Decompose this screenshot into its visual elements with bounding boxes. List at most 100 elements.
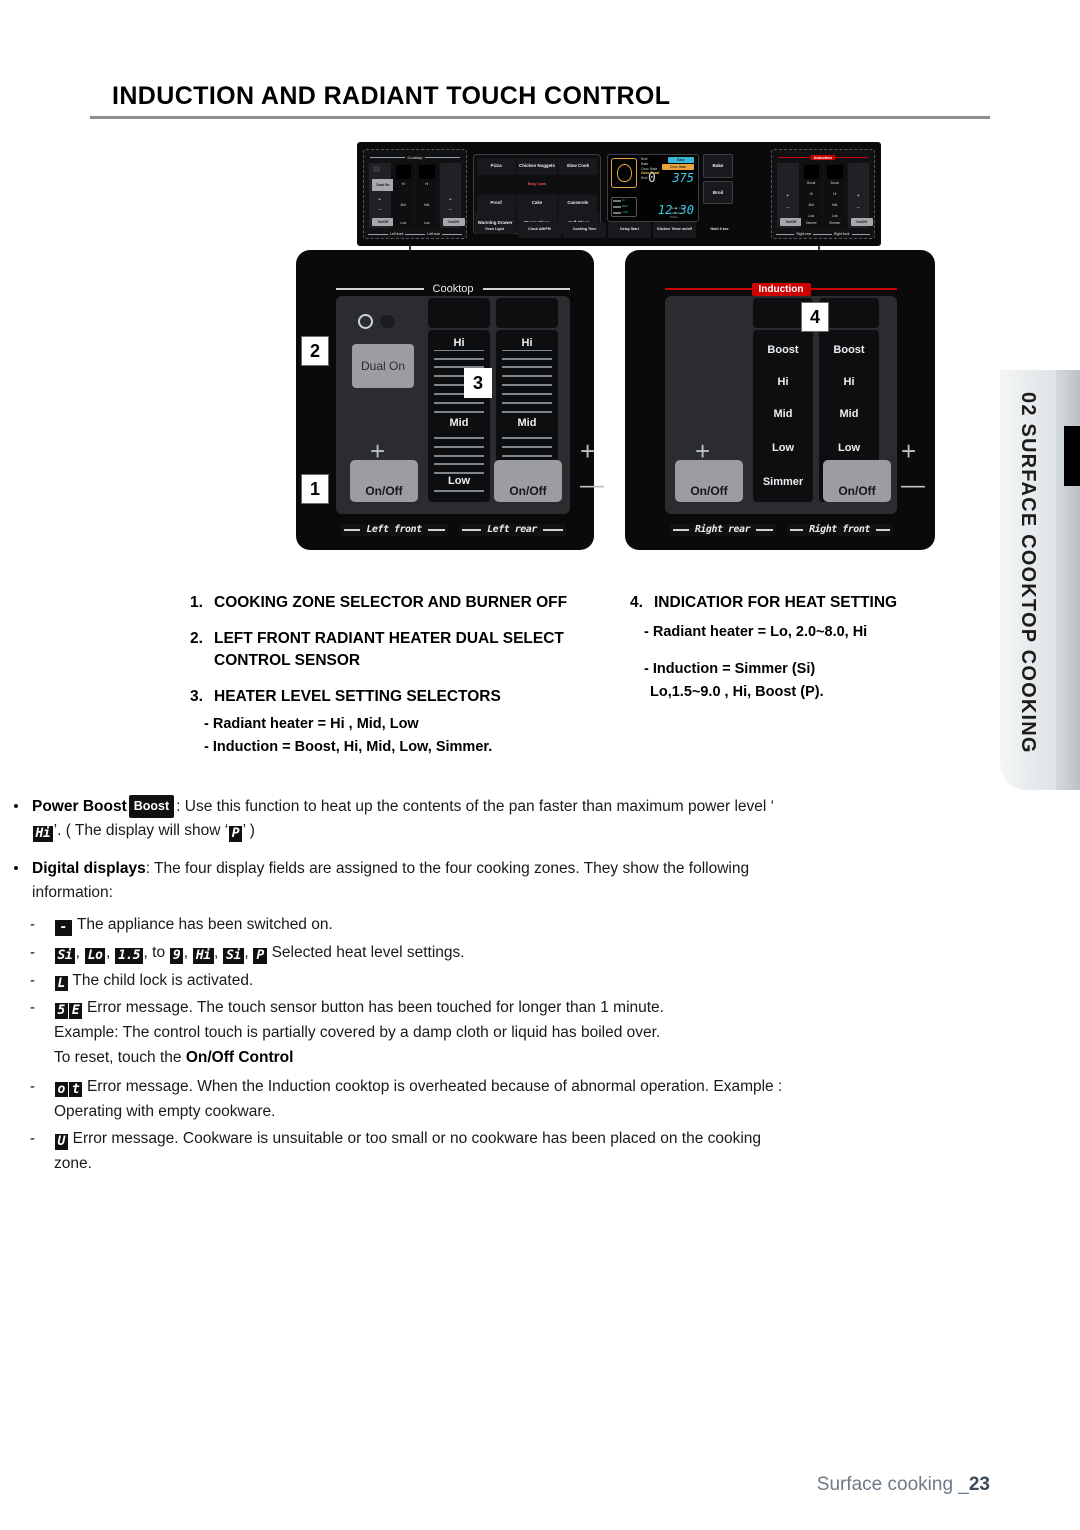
lo-low: LOW xyxy=(622,211,628,215)
left-cooktop-footer: Left front Left rear xyxy=(340,524,566,536)
power-boost-text-1: : Use this function to heat up the conte… xyxy=(176,798,775,815)
left-rear-label: Left rear xyxy=(487,523,537,535)
mini-mid-2: Mid xyxy=(424,203,430,207)
right-rear-controls: + — On/Off xyxy=(671,302,751,508)
left-front-display xyxy=(428,298,490,328)
clock-button[interactable]: Clock AM/PM xyxy=(518,222,561,238)
mini-right-rear-label: Right rear xyxy=(796,232,812,236)
code-item-child-lock: - L The child lock is activated. xyxy=(30,969,1000,994)
right-front-plus-icon[interactable]: + xyxy=(901,438,916,464)
left-rear-onoff-button[interactable]: On/Off xyxy=(494,460,562,502)
oven-light-button[interactable]: Oven Light xyxy=(473,222,516,238)
dual-ring-icon xyxy=(358,314,373,329)
cooking-time-button[interactable]: Cooking Time xyxy=(563,222,606,238)
oven-flame-icon xyxy=(611,158,637,188)
delay-start-button[interactable]: Delay Start xyxy=(608,222,651,238)
mini-ind-slider-2: Boost Hi Mid Low Simmer xyxy=(824,163,846,228)
mini-display-2 xyxy=(419,165,435,179)
left-front-onoff-button[interactable]: On/Off xyxy=(350,460,418,502)
display-sub-modes: Steam Clean Self Clean Probe xyxy=(670,206,698,219)
mini-boost-2: Boost xyxy=(830,181,839,185)
left-front-slider[interactable]: Hi Mid Low xyxy=(428,298,490,502)
mini-dual-on: Dual On xyxy=(372,179,394,191)
mini-minus-icon-2: – xyxy=(448,207,452,213)
code-text-overheat: ot Error message. When the Induction coo… xyxy=(54,1075,794,1125)
fk-cake[interactable]: Cake xyxy=(517,194,557,212)
right-rear-simmer-label: Simmer xyxy=(762,476,804,488)
dash-1: - xyxy=(30,916,35,934)
left-rear-minus-icon[interactable]: — xyxy=(580,474,604,498)
code-item-overheat: - ot Error message. When the Induction c… xyxy=(30,1075,1000,1125)
code-text-power-on: - The appliance has been switched on. xyxy=(54,913,794,938)
mini-sensor-icon xyxy=(373,166,380,172)
right-cooktop-header: Induction xyxy=(665,282,897,296)
right-rear-slider[interactable]: Boost Hi Mid Low Simmer xyxy=(753,298,813,502)
right-front-onoff-button[interactable]: On/Off xyxy=(823,460,891,502)
dash-2: - xyxy=(30,943,35,961)
left-cooktop-inner: Dual On + — On/Off xyxy=(336,296,604,514)
dual-on-button[interactable]: Dual On xyxy=(352,344,414,388)
power-boost-label: Power Boost xyxy=(32,798,127,815)
mini-onoff-2: On/Off xyxy=(442,218,465,226)
lo-hi: HI xyxy=(622,199,625,203)
legend-item-2: 2. LEFT FRONT RADIANT HEATER DUAL SELECT… xyxy=(190,628,590,672)
mini-boost-1: Boost xyxy=(807,181,816,185)
right-front-controls: + — On/Off xyxy=(823,302,925,508)
fk-pizza[interactable]: Pizza xyxy=(476,157,516,175)
display-level-grid: HI MED LOW xyxy=(611,197,637,217)
seg-glyph-dash: - xyxy=(54,920,73,936)
fk-slow-cook[interactable]: Slow Cook xyxy=(558,157,598,175)
right-rear-hi-label: Hi xyxy=(777,376,789,388)
display-code-list: - - The appliance has been switched on. … xyxy=(30,913,1000,1177)
left-rear-plus-icon[interactable]: + xyxy=(580,438,595,464)
legend-item-3: 3. HEATER LEVEL SETTING SELECTORS xyxy=(190,686,590,708)
right-rear-onoff-button[interactable]: On/Off xyxy=(675,460,743,502)
mini-left-front-label: Left front xyxy=(389,232,404,236)
right-front-minus-icon[interactable]: — xyxy=(901,474,925,498)
seg-glyph-lo: Lo xyxy=(84,947,106,964)
mini-ind-display-2 xyxy=(827,165,843,179)
mini-hi-4: Hi xyxy=(833,192,837,196)
fk-casserole[interactable]: Casserole xyxy=(558,194,598,212)
left-zone-columns: Dual On + — On/Off xyxy=(342,298,604,508)
left-cooktop-header: Cooktop xyxy=(336,282,571,296)
code-desc-cookware: Error message. Cookware is unsuitable or… xyxy=(54,1130,762,1173)
dual-sensor-icons xyxy=(358,314,395,329)
seg-glyph-p-2: P xyxy=(253,947,267,964)
bake-button[interactable]: Bake xyxy=(703,154,733,178)
broil-button[interactable]: Broil xyxy=(703,180,733,204)
kitchen-timer-button[interactable]: Kitchen Timer on/off xyxy=(653,222,696,238)
mini-slider-col-2: Hi Mid Low xyxy=(416,163,438,228)
left-cooktop-panel: Cooktop Dual On + — On/Off xyxy=(296,250,604,550)
seg-glyph-e: E xyxy=(68,1003,83,1020)
fk-proof[interactable]: Proof xyxy=(476,194,516,212)
mini-plus-icon-3: + xyxy=(786,193,790,199)
power-boost-text-2: ’. ( The display will show ‘ xyxy=(53,822,229,840)
legend-sub-3-1: - Induction = Boost, Hi, Mid, Low, Simme… xyxy=(204,739,493,756)
oven-control-panel-graphic: Cooktop Dual On + – On/Off Hi Mid Low Hi… xyxy=(357,142,881,246)
mini-minus-icon-4: – xyxy=(856,205,860,211)
mini-hi: Hi xyxy=(401,182,405,186)
fk-chicken-nuggets[interactable]: Chicken Nuggets xyxy=(517,157,557,175)
bullet-digital-displays: • Digital displays: The four display fie… xyxy=(0,857,1000,905)
bullet-dot: • xyxy=(13,798,19,815)
dash-6: - xyxy=(30,1130,35,1148)
mini-zone-col-2: + – On/Off xyxy=(439,163,465,228)
legend-num-4: 4. xyxy=(630,594,643,611)
right-cooktop-panel: Induction + — On/Off Boost Hi Mid xyxy=(625,250,935,550)
dual-dot-icon xyxy=(380,315,395,328)
right-rear-boost-label: Boost xyxy=(767,344,799,356)
seg-glyph-9: 9 xyxy=(169,947,184,964)
code-text-heat-levels: Si, Lo, 1.5, to 9, Hi, Si, P Selected he… xyxy=(54,941,794,966)
mini-minus-icon-3: – xyxy=(786,205,790,211)
boost-chip: Boost xyxy=(128,795,175,819)
sensor-error-reset: To reset, touch the On/Off Control xyxy=(54,1046,794,1071)
right-cooktop-footer: Right rear Right front xyxy=(669,524,893,536)
mini-left-body: Dual On + – On/Off Hi Mid Low Hi Mid Low xyxy=(369,163,465,228)
code-to-word: to xyxy=(152,943,166,961)
legend-item-1: 1. COOKING ZONE SELECTOR AND BURNER OFF xyxy=(190,592,590,614)
power-boost-text: Power Boost Boost: Use this function to h… xyxy=(32,795,792,843)
hold-3-sec-lock-button[interactable]: Hold 3 sec xyxy=(698,222,741,238)
title-divider xyxy=(90,116,990,119)
code-text-cookware: U Error message. Cookware is unsuitable … xyxy=(54,1127,794,1177)
